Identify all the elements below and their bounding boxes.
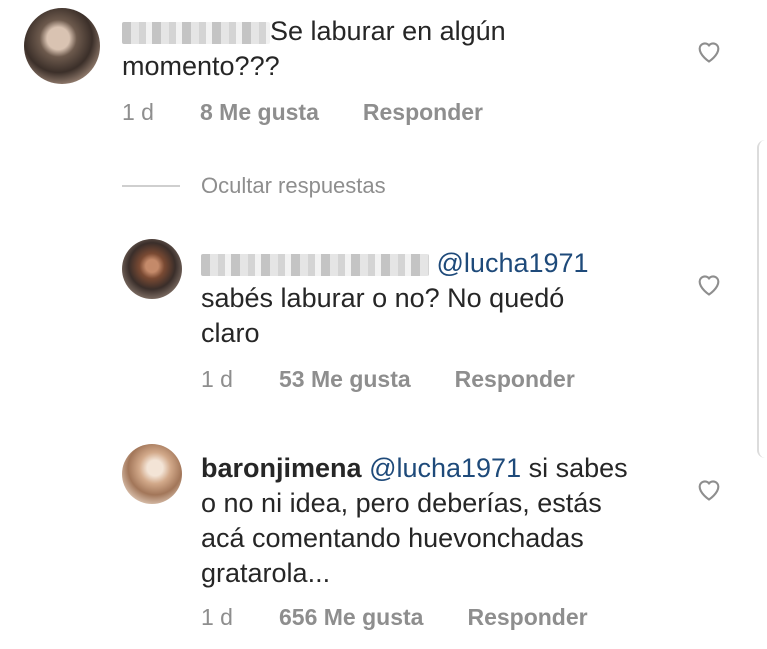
comment-1: Se laburar en algún momento??? 1 d 8 Me … bbox=[0, 0, 767, 140]
comment-line-4: gratarola... bbox=[201, 558, 331, 588]
comment-meta: 1 d 53 Me gusta Responder bbox=[201, 366, 575, 393]
comment-text: Se laburar en algún momento??? bbox=[122, 14, 642, 84]
reply-button[interactable]: Responder bbox=[363, 99, 483, 126]
avatar[interactable] bbox=[24, 8, 100, 84]
blurred-username[interactable] bbox=[201, 253, 429, 276]
avatar[interactable] bbox=[122, 239, 182, 299]
comment-meta: 1 d 8 Me gusta Responder bbox=[122, 99, 483, 126]
comment-line-1: Se laburar en algún bbox=[270, 16, 506, 46]
reply-button[interactable]: Responder bbox=[455, 366, 575, 393]
avatar[interactable] bbox=[122, 444, 182, 504]
comment-meta: 1 d 656 Me gusta Responder bbox=[201, 604, 588, 631]
blurred-username[interactable] bbox=[122, 21, 270, 44]
mention-link[interactable]: @lucha1971 bbox=[437, 248, 589, 278]
heart-outline-icon[interactable] bbox=[695, 476, 723, 502]
divider bbox=[122, 185, 180, 187]
mention-link[interactable]: @lucha1971 bbox=[369, 453, 521, 483]
scroll-edge bbox=[757, 140, 767, 458]
likes-count[interactable]: 656 Me gusta bbox=[279, 604, 423, 631]
comment-text: @lucha1971 sabés laburar o no? No quedó … bbox=[201, 246, 681, 351]
hide-replies-button[interactable]: Ocultar respuestas bbox=[201, 173, 386, 199]
comment-time: 1 d bbox=[122, 99, 154, 125]
comment-line-2: momento??? bbox=[122, 51, 280, 81]
comment-line-2: o no ni idea, pero deberías, estás bbox=[201, 488, 602, 518]
comment-time: 1 d bbox=[201, 604, 233, 630]
heart-outline-icon[interactable] bbox=[695, 38, 723, 64]
comment-username[interactable]: baronjimena bbox=[201, 453, 362, 483]
likes-count[interactable]: 53 Me gusta bbox=[279, 366, 411, 393]
comment-time: 1 d bbox=[201, 366, 233, 392]
likes-count[interactable]: 8 Me gusta bbox=[200, 99, 319, 126]
heart-outline-icon[interactable] bbox=[695, 271, 723, 297]
comment-text: baronjimena @lucha1971 si sabes o no ni … bbox=[201, 451, 681, 591]
comment-line-1: sabés laburar o no? No quedó bbox=[201, 283, 565, 313]
comment-line-2: claro bbox=[201, 318, 260, 348]
reply-button[interactable]: Responder bbox=[467, 604, 587, 631]
comment-line-3: acá comentando huevonchadas bbox=[201, 523, 584, 553]
comment-line-1: si sabes bbox=[528, 453, 628, 483]
